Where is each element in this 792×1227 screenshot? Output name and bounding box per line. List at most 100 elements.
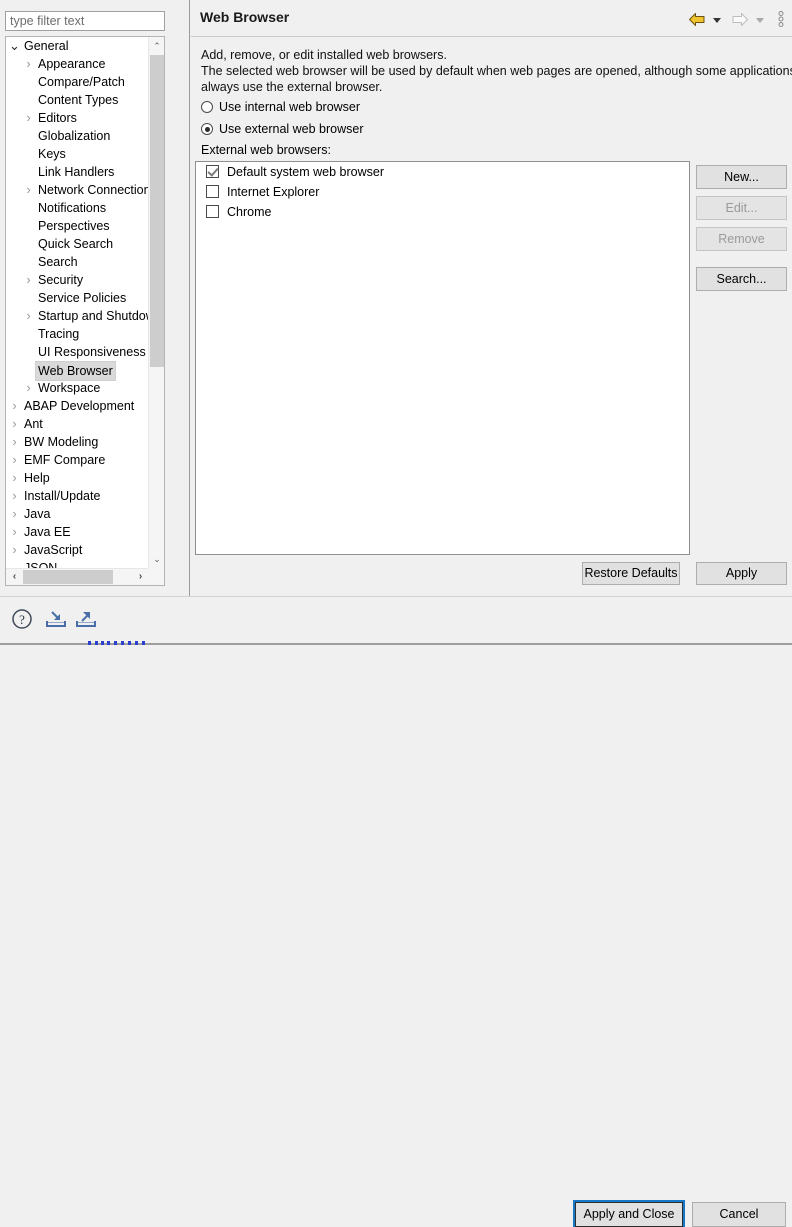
- chevron-right-icon[interactable]: ›: [8, 505, 21, 523]
- page-navigation-toolbar: [686, 10, 784, 30]
- tree-item-java[interactable]: › Java: [6, 505, 149, 523]
- scroll-up-icon[interactable]: ⌃: [149, 37, 164, 55]
- tree-item-help[interactable]: › Help: [6, 469, 149, 487]
- header-divider: [191, 36, 792, 37]
- forward-history-chevron-down-icon[interactable]: [755, 18, 764, 23]
- tree-item-install-update[interactable]: › Install/Update: [6, 487, 149, 505]
- taskbar-tick: [114, 641, 117, 645]
- chevron-right-icon[interactable]: ›: [22, 181, 35, 199]
- external-browsers-label: External web browsers:: [201, 143, 331, 157]
- tree-item-keys[interactable]: Keys: [6, 145, 149, 163]
- scroll-right-icon[interactable]: ›: [132, 569, 149, 585]
- chevron-right-icon[interactable]: ›: [8, 433, 21, 451]
- back-arrow-icon[interactable]: [688, 12, 706, 30]
- browser-checkbox[interactable]: [206, 185, 219, 198]
- view-menu-icon[interactable]: [778, 10, 784, 31]
- tree-item-json[interactable]: ⌄ JSON: [6, 559, 149, 568]
- tree-item-general[interactable]: ⌄ General: [6, 37, 149, 55]
- radio-use-external-web-browser[interactable]: Use external web browser: [201, 120, 364, 138]
- tree-item-appearance[interactable]: › Appearance: [6, 55, 149, 73]
- chevron-right-icon[interactable]: ›: [8, 523, 21, 541]
- tree-item-emf-compare[interactable]: › EMF Compare: [6, 451, 149, 469]
- svg-text:?: ?: [19, 612, 25, 627]
- tree-item-notifications[interactable]: Notifications: [6, 199, 149, 217]
- external-browsers-list[interactable]: Default system web browser Internet Explo…: [195, 161, 690, 555]
- chevron-right-icon[interactable]: ›: [8, 451, 21, 469]
- chevron-down-icon[interactable]: ⌄: [8, 559, 21, 568]
- chevron-right-icon[interactable]: ›: [8, 469, 21, 487]
- page-header: Web Browser: [190, 0, 792, 37]
- tree-item-search[interactable]: Search: [6, 253, 149, 271]
- radio-mark-external[interactable]: [201, 123, 213, 135]
- tree-item-label: Globalization: [38, 129, 111, 143]
- help-icon[interactable]: ?: [11, 608, 37, 632]
- chevron-down-icon[interactable]: ⌄: [8, 37, 21, 55]
- tree-item-workspace[interactable]: › Workspace: [6, 379, 149, 397]
- tree-item-perspectives[interactable]: Perspectives: [6, 217, 149, 235]
- cancel-button[interactable]: Cancel: [692, 1202, 786, 1227]
- browser-list-item[interactable]: Default system web browser: [196, 162, 689, 182]
- tree-item-network-connections[interactable]: › Network Connections: [6, 181, 149, 199]
- page-title: Web Browser: [200, 9, 290, 25]
- tree-item-label: Help: [24, 471, 50, 485]
- browser-checkbox[interactable]: [206, 205, 219, 218]
- tree-item-service-policies[interactable]: Service Policies: [6, 289, 149, 307]
- tree-horizontal-scroll-thumb[interactable]: [23, 570, 113, 584]
- tree-item-compare-patch[interactable]: Compare/Patch: [6, 73, 149, 91]
- apply-button[interactable]: Apply: [696, 562, 787, 585]
- taskbar-tick: [142, 641, 145, 645]
- tree-item-bw-modeling[interactable]: › BW Modeling: [6, 433, 149, 451]
- tree-item-content-types[interactable]: Content Types: [6, 91, 149, 109]
- tree-vertical-scroll-thumb[interactable]: [150, 55, 164, 367]
- apply-and-close-button[interactable]: Apply and Close: [573, 1200, 685, 1227]
- tree-item-java-ee[interactable]: › Java EE: [6, 523, 149, 541]
- dialog-footer: ? Apply and Close Cancel: [0, 597, 792, 1227]
- radio-mark-internal[interactable]: [201, 101, 213, 113]
- filter-input[interactable]: [5, 11, 165, 31]
- chevron-right-icon[interactable]: ›: [22, 109, 35, 127]
- chevron-right-icon[interactable]: ›: [22, 271, 35, 289]
- browser-checkbox[interactable]: [206, 165, 219, 178]
- chevron-right-icon[interactable]: ›: [8, 487, 21, 505]
- radio-use-internal-web-browser[interactable]: Use internal web browser: [201, 98, 360, 116]
- tree-horizontal-scrollbar[interactable]: ‹ ›: [6, 568, 149, 585]
- import-icon[interactable]: [44, 608, 70, 632]
- taskbar-tick: [107, 641, 110, 645]
- chevron-right-icon[interactable]: ›: [22, 55, 35, 73]
- tree-item-ant[interactable]: › Ant: [6, 415, 149, 433]
- chevron-right-icon[interactable]: ›: [22, 307, 35, 325]
- back-history-chevron-down-icon[interactable]: [712, 18, 721, 23]
- tree-item-label: Link Handlers: [38, 165, 115, 179]
- search-button[interactable]: Search...: [696, 267, 787, 291]
- chevron-right-icon[interactable]: ›: [8, 541, 21, 559]
- tree-item-link-handlers[interactable]: Link Handlers: [6, 163, 149, 181]
- browser-label: Chrome: [227, 205, 272, 219]
- browser-list-item[interactable]: Internet Explorer: [196, 182, 689, 202]
- chevron-right-icon[interactable]: ›: [8, 397, 21, 415]
- tree-item-javascript[interactable]: › JavaScript: [6, 541, 149, 559]
- preferences-tree[interactable]: ⌄ General › Appearance Compare/Patch Content …: [5, 36, 165, 586]
- scroll-left-icon[interactable]: ‹: [6, 569, 23, 585]
- chevron-right-icon[interactable]: ›: [22, 379, 35, 397]
- radio-label-external: Use external web browser: [219, 122, 364, 136]
- tree-item-label: Quick Search: [38, 237, 114, 251]
- tree-item-security[interactable]: › Security: [6, 271, 149, 289]
- export-icon[interactable]: [74, 608, 100, 632]
- tree-item-ui-responsiveness-monitoring[interactable]: UI Responsiveness Monitoring: [6, 343, 149, 361]
- restore-defaults-button[interactable]: Restore Defaults: [582, 562, 680, 585]
- tree-item-globalization[interactable]: Globalization: [6, 127, 149, 145]
- tree-item-tracing[interactable]: Tracing: [6, 325, 149, 343]
- tree-item-editors[interactable]: › Editors: [6, 109, 149, 127]
- tree-item-label: Tracing: [38, 327, 80, 341]
- tree-item-abap-development[interactable]: › ABAP Development: [6, 397, 149, 415]
- tree-item-label: General: [24, 39, 69, 53]
- scroll-down-icon[interactable]: ⌄: [149, 550, 164, 568]
- tree-vertical-scrollbar[interactable]: ⌃ ⌄: [148, 37, 164, 568]
- new-button[interactable]: New...: [696, 165, 787, 189]
- tree-item-web-browser[interactable]: Web Browser: [6, 361, 149, 381]
- browser-list-item[interactable]: Chrome: [196, 202, 689, 222]
- tree-item-label: Perspectives: [38, 219, 110, 233]
- tree-item-quick-search[interactable]: Quick Search: [6, 235, 149, 253]
- chevron-right-icon[interactable]: ›: [8, 415, 21, 433]
- tree-item-startup-and-shutdown[interactable]: ›Startup and Shutdown: [6, 307, 149, 325]
